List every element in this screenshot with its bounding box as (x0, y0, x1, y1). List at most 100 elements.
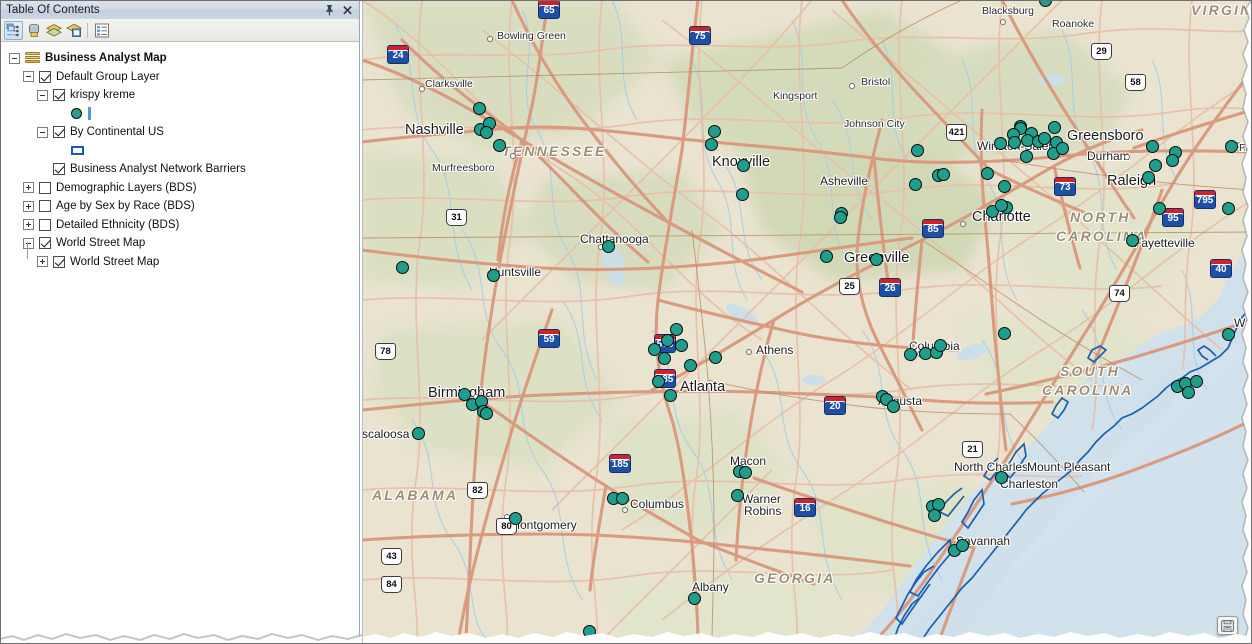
map-poi-marker[interactable] (675, 339, 688, 352)
map-poi-marker[interactable] (664, 389, 677, 402)
map-view[interactable]: TENNESSEE ALABAMA GEORGIA NORTH CAROLINA SOUT… (362, 0, 1252, 644)
map-poi-marker[interactable] (739, 466, 752, 479)
map-poi-marker[interactable] (998, 180, 1011, 193)
map-poi-marker[interactable] (1056, 142, 1069, 155)
map-poi-marker[interactable] (737, 159, 750, 172)
map-poi-marker[interactable] (670, 323, 683, 336)
map-poi-marker[interactable] (870, 253, 883, 266)
map-poi-marker[interactable] (493, 139, 506, 152)
toc-item-world-street-map-sub[interactable]: World Street Map (3, 253, 357, 272)
map-poi-marker[interactable] (473, 102, 486, 115)
map-poi-marker[interactable] (509, 512, 522, 525)
map-poi-marker[interactable] (658, 352, 671, 365)
layer-visibility-checkbox[interactable] (53, 126, 65, 139)
map-poi-marker[interactable] (648, 343, 661, 356)
map-poi-marker[interactable] (1126, 234, 1139, 247)
map-poi-marker[interactable] (1008, 136, 1021, 149)
polygon-symbol-swatch[interactable] (71, 141, 84, 160)
layer-visibility-checkbox[interactable] (53, 163, 65, 176)
layer-visibility-checkbox[interactable] (39, 237, 51, 250)
options-icon[interactable] (92, 21, 111, 40)
collapse-icon[interactable] (9, 52, 20, 64)
map-poi-marker[interactable] (1142, 171, 1155, 184)
map-poi-marker[interactable] (994, 137, 1007, 150)
toc-item-demographic-layers-bds[interactable]: Demographic Layers (BDS) (3, 179, 357, 198)
map-poi-marker[interactable] (652, 375, 665, 388)
map-poi-marker[interactable] (1149, 159, 1162, 172)
map-poi-marker[interactable] (909, 178, 922, 191)
toc-item-age-by-sex-by-race-bds[interactable]: Age by Sex by Race (BDS) (3, 197, 357, 216)
layer-visibility-checkbox[interactable] (53, 89, 65, 102)
layer-visibility-checkbox[interactable] (39, 70, 51, 83)
map-poi-marker[interactable] (705, 138, 718, 151)
map-poi-marker[interactable] (661, 334, 674, 347)
map-poi-marker[interactable] (887, 400, 900, 413)
map-poi-marker[interactable] (487, 269, 500, 282)
layer-visibility-checkbox[interactable] (39, 218, 51, 231)
layer-visibility-checkbox[interactable] (39, 181, 51, 194)
map-poi-marker[interactable] (834, 211, 847, 224)
map-poi-marker[interactable] (995, 471, 1008, 484)
map-canvas[interactable]: TENNESSEE ALABAMA GEORGIA NORTH CAROLINA SOUT… (362, 0, 1252, 644)
green-circle-symbol-icon[interactable] (71, 108, 82, 120)
expand-icon[interactable] (37, 256, 48, 268)
expand-icon[interactable] (23, 182, 34, 194)
map-poi-marker[interactable] (995, 199, 1008, 212)
map-poi-marker[interactable] (1020, 150, 1033, 163)
toc-item-world-street-map[interactable]: World Street Map (3, 234, 357, 253)
close-icon[interactable] (342, 3, 355, 17)
map-poi-marker[interactable] (616, 492, 629, 505)
map-poi-marker[interactable] (820, 250, 833, 263)
map-poi-marker[interactable] (1038, 132, 1051, 145)
map-poi-marker[interactable] (412, 427, 425, 440)
expand-icon[interactable] (23, 200, 34, 212)
map-poi-marker[interactable] (1146, 140, 1159, 153)
toc-item-by-continental-us-symbol[interactable] (3, 142, 357, 161)
toc-item-business-analyst-map[interactable]: Business Analyst Map (3, 49, 357, 68)
expand-icon[interactable] (23, 219, 34, 231)
map-poi-marker[interactable] (396, 261, 409, 274)
map-poi-marker[interactable] (1225, 140, 1238, 153)
list-by-visibility-icon[interactable] (44, 21, 63, 40)
collapse-icon[interactable] (37, 126, 48, 138)
map-poi-marker[interactable] (904, 348, 917, 361)
collapse-icon[interactable] (23, 237, 34, 249)
map-poi-marker[interactable] (480, 407, 493, 420)
blue-outline-square-symbol-icon[interactable] (71, 146, 84, 156)
map-poi-marker[interactable] (934, 339, 947, 352)
map-poi-marker[interactable] (602, 240, 615, 253)
toc-item-by-continental-us[interactable]: By Continental US (3, 123, 357, 142)
map-poi-marker[interactable] (480, 126, 493, 139)
map-poi-marker[interactable] (1222, 328, 1235, 341)
point-symbol-swatch[interactable] (71, 104, 91, 123)
collapse-icon[interactable] (23, 71, 34, 83)
list-by-selection-icon[interactable] (64, 21, 83, 40)
map-poi-marker[interactable] (1182, 386, 1195, 399)
map-poi-marker[interactable] (709, 351, 722, 364)
map-poi-marker[interactable] (684, 359, 697, 372)
toc-item-detailed-ethnicity-bds[interactable]: Detailed Ethnicity (BDS) (3, 216, 357, 235)
map-poi-marker[interactable] (1153, 202, 1166, 215)
list-by-drawing-order-icon[interactable] (4, 20, 23, 40)
layer-visibility-checkbox[interactable] (53, 255, 65, 268)
map-poi-marker[interactable] (911, 144, 924, 157)
pin-icon[interactable] (323, 3, 336, 17)
map-poi-marker[interactable] (1048, 121, 1061, 134)
toc-item-krispy-kreme[interactable]: krispy kreme (3, 86, 357, 105)
toc-tree-container[interactable]: Business Analyst Map Default Group Layer k… (0, 42, 360, 644)
collapse-icon[interactable] (37, 89, 48, 101)
toc-item-default-group-layer[interactable]: Default Group Layer (3, 68, 357, 87)
map-poi-marker[interactable] (1166, 154, 1179, 167)
map-poi-marker[interactable] (1222, 202, 1235, 215)
list-by-source-icon[interactable] (24, 21, 43, 40)
layer-visibility-checkbox[interactable] (39, 200, 51, 213)
map-poi-marker[interactable] (928, 509, 941, 522)
map-poi-marker[interactable] (956, 539, 969, 552)
map-poi-marker[interactable] (981, 167, 994, 180)
map-poi-marker[interactable] (937, 168, 950, 181)
toc-item-krispy-kreme-symbol[interactable] (3, 105, 357, 124)
map-poi-marker[interactable] (736, 188, 749, 201)
map-poi-marker[interactable] (688, 592, 701, 605)
toc-item-business-analyst-network-barriers[interactable]: Business Analyst Network Barriers (3, 160, 357, 179)
attribution-icon[interactable] (1217, 616, 1238, 635)
